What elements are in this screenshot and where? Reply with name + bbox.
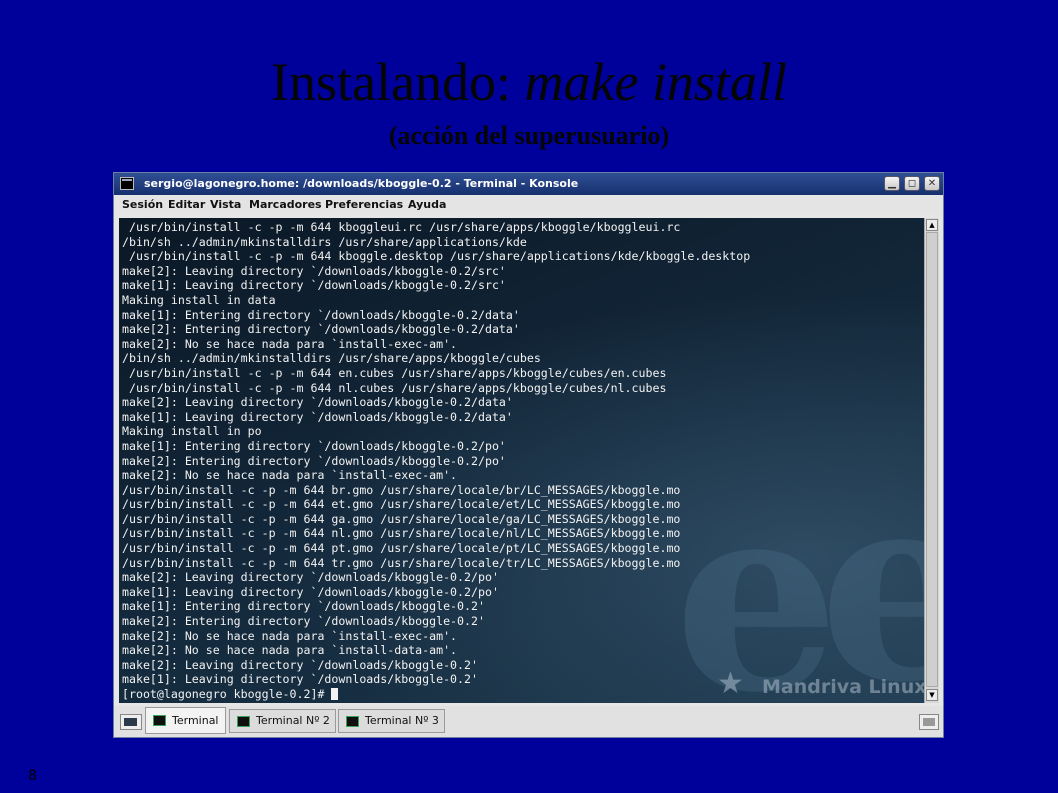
menu-bar: Sesión Editar Vista Marcadores Preferenc…: [114, 195, 943, 215]
terminal-line: /usr/bin/install -c -p -m 644 nl.gmo /us…: [122, 526, 681, 541]
terminal-line: Making install in data: [122, 292, 276, 307]
terminal-line: make[2]: Leaving directory `/downloads/k…: [122, 657, 478, 672]
terminal-prompt-line[interactable]: [root@lagonegro kboggle-0.2]#: [122, 687, 750, 702]
terminal-line: make[2]: Entering directory `/downloads/…: [122, 453, 506, 468]
menu-vista[interactable]: Vista: [210, 195, 241, 215]
tab-label: Terminal Nº 2: [256, 714, 330, 727]
menu-marcadores[interactable]: Marcadores: [249, 195, 322, 215]
scroll-up-icon[interactable]: ▲: [926, 219, 938, 231]
scrollbar-thumb[interactable]: [926, 232, 938, 687]
menu-editar[interactable]: Editar: [168, 195, 205, 215]
new-session-button[interactable]: [120, 714, 142, 730]
terminal-line: make[1]: Leaving directory `/downloads/k…: [122, 584, 499, 599]
terminal-line: /usr/bin/install -c -p -m 644 br.gmo /us…: [122, 482, 681, 497]
terminal-line: make[1]: Leaving directory `/downloads/k…: [122, 672, 478, 687]
konsole-app-icon[interactable]: [120, 177, 134, 190]
shell-prompt: [root@lagonegro kboggle-0.2]#: [122, 687, 332, 701]
menu-ayuda[interactable]: Ayuda: [408, 195, 446, 215]
slide-subtitle: (acción del superusuario): [0, 120, 1058, 152]
tab-bar: Terminal Terminal Nº 2 Terminal Nº 3: [114, 706, 943, 737]
terminal-line: /bin/sh ../admin/mkinstalldirs /usr/shar…: [122, 351, 541, 366]
terminal-line: /usr/bin/install -c -p -m 644 en.cubes /…: [122, 365, 667, 380]
terminal-line: make[2]: Entering directory `/downloads/…: [122, 322, 520, 337]
terminal-line: /bin/sh ../admin/mkinstalldirs /usr/shar…: [122, 234, 527, 249]
menu-preferencias[interactable]: Preferencias: [325, 195, 403, 215]
terminal-line: make[2]: Leaving directory `/downloads/k…: [122, 395, 513, 410]
terminal-line: Making install in po: [122, 424, 262, 439]
terminal-line: /usr/bin/install -c -p -m 644 kboggleui.…: [122, 220, 681, 234]
terminal-output[interactable]: e e ★ Mandriva Linux /usr/bin/install -c…: [119, 218, 924, 703]
slide-subtitle-text: (acción del superusuario): [388, 121, 670, 150]
terminal-line: /usr/bin/install -c -p -m 644 tr.gmo /us…: [122, 555, 681, 570]
scroll-down-icon[interactable]: ▼: [926, 689, 938, 701]
menu-sesion[interactable]: Sesión: [122, 195, 163, 215]
minimize-button[interactable]: ▁: [884, 176, 900, 191]
terminal-line: make[2]: No se hace nada para `install-d…: [122, 643, 458, 658]
terminal-line: make[2]: No se hace nada para `install-e…: [122, 336, 458, 351]
terminal-line: make[1]: Leaving directory `/downloads/k…: [122, 278, 506, 293]
close-button[interactable]: ✕: [924, 176, 940, 191]
tab-terminal-3[interactable]: Terminal Nº 3: [338, 709, 445, 733]
mandriva-logo: Mandriva Linux: [762, 676, 924, 698]
terminal-line: /usr/bin/install -c -p -m 644 pt.gmo /us…: [122, 541, 681, 556]
konsole-window: sergio@lagonegro.home: /downloads/kboggl…: [113, 172, 944, 738]
terminal-line: make[1]: Entering directory `/downloads/…: [122, 599, 485, 614]
terminal-lines: /usr/bin/install -c -p -m 644 kboggleui.…: [122, 220, 750, 702]
slide-title: Instalando: make install: [0, 52, 1058, 112]
tab-terminal[interactable]: Terminal: [145, 707, 226, 734]
terminal-icon: [237, 716, 250, 727]
terminal-line: make[1]: Leaving directory `/downloads/k…: [122, 409, 513, 424]
tab-terminal-2[interactable]: Terminal Nº 2: [229, 709, 336, 733]
terminal-line: make[2]: Entering directory `/downloads/…: [122, 614, 485, 629]
window-titlebar[interactable]: sergio@lagonegro.home: /downloads/kboggl…: [114, 173, 943, 195]
terminal-line: make[2]: No se hace nada para `install-e…: [122, 468, 458, 483]
terminal-line: make[2]: Leaving directory `/downloads/k…: [122, 263, 506, 278]
slide-number: 8: [28, 768, 37, 784]
background-watermark: e: [819, 435, 924, 704]
slide-title-emphasis: make install: [524, 52, 787, 112]
terminal-line: /usr/bin/install -c -p -m 644 kboggle.de…: [122, 249, 751, 264]
terminal-line: make[1]: Entering directory `/downloads/…: [122, 307, 520, 322]
tab-label: Terminal Nº 3: [365, 714, 439, 727]
terminal-line: /usr/bin/install -c -p -m 644 nl.cubes /…: [122, 380, 667, 395]
terminal-line: make[2]: No se hace nada para `install-e…: [122, 628, 458, 643]
terminal-line: make[1]: Entering directory `/downloads/…: [122, 438, 506, 453]
terminal-line: /usr/bin/install -c -p -m 644 et.gmo /us…: [122, 497, 681, 512]
terminal-icon: [346, 716, 359, 727]
maximize-button[interactable]: ◻: [904, 176, 920, 191]
window-title: sergio@lagonegro.home: /downloads/kboggl…: [144, 177, 579, 190]
terminal-line: /usr/bin/install -c -p -m 644 ga.gmo /us…: [122, 511, 681, 526]
text-cursor: [331, 688, 339, 700]
terminal-scrollbar[interactable]: ▲ ▼: [924, 218, 939, 703]
slide-title-main: Instalando:: [271, 52, 525, 112]
terminal-icon: [153, 715, 166, 726]
terminal-line: make[2]: Leaving directory `/downloads/k…: [122, 570, 499, 585]
tab-label: Terminal: [172, 714, 219, 727]
close-session-button[interactable]: [919, 714, 939, 730]
